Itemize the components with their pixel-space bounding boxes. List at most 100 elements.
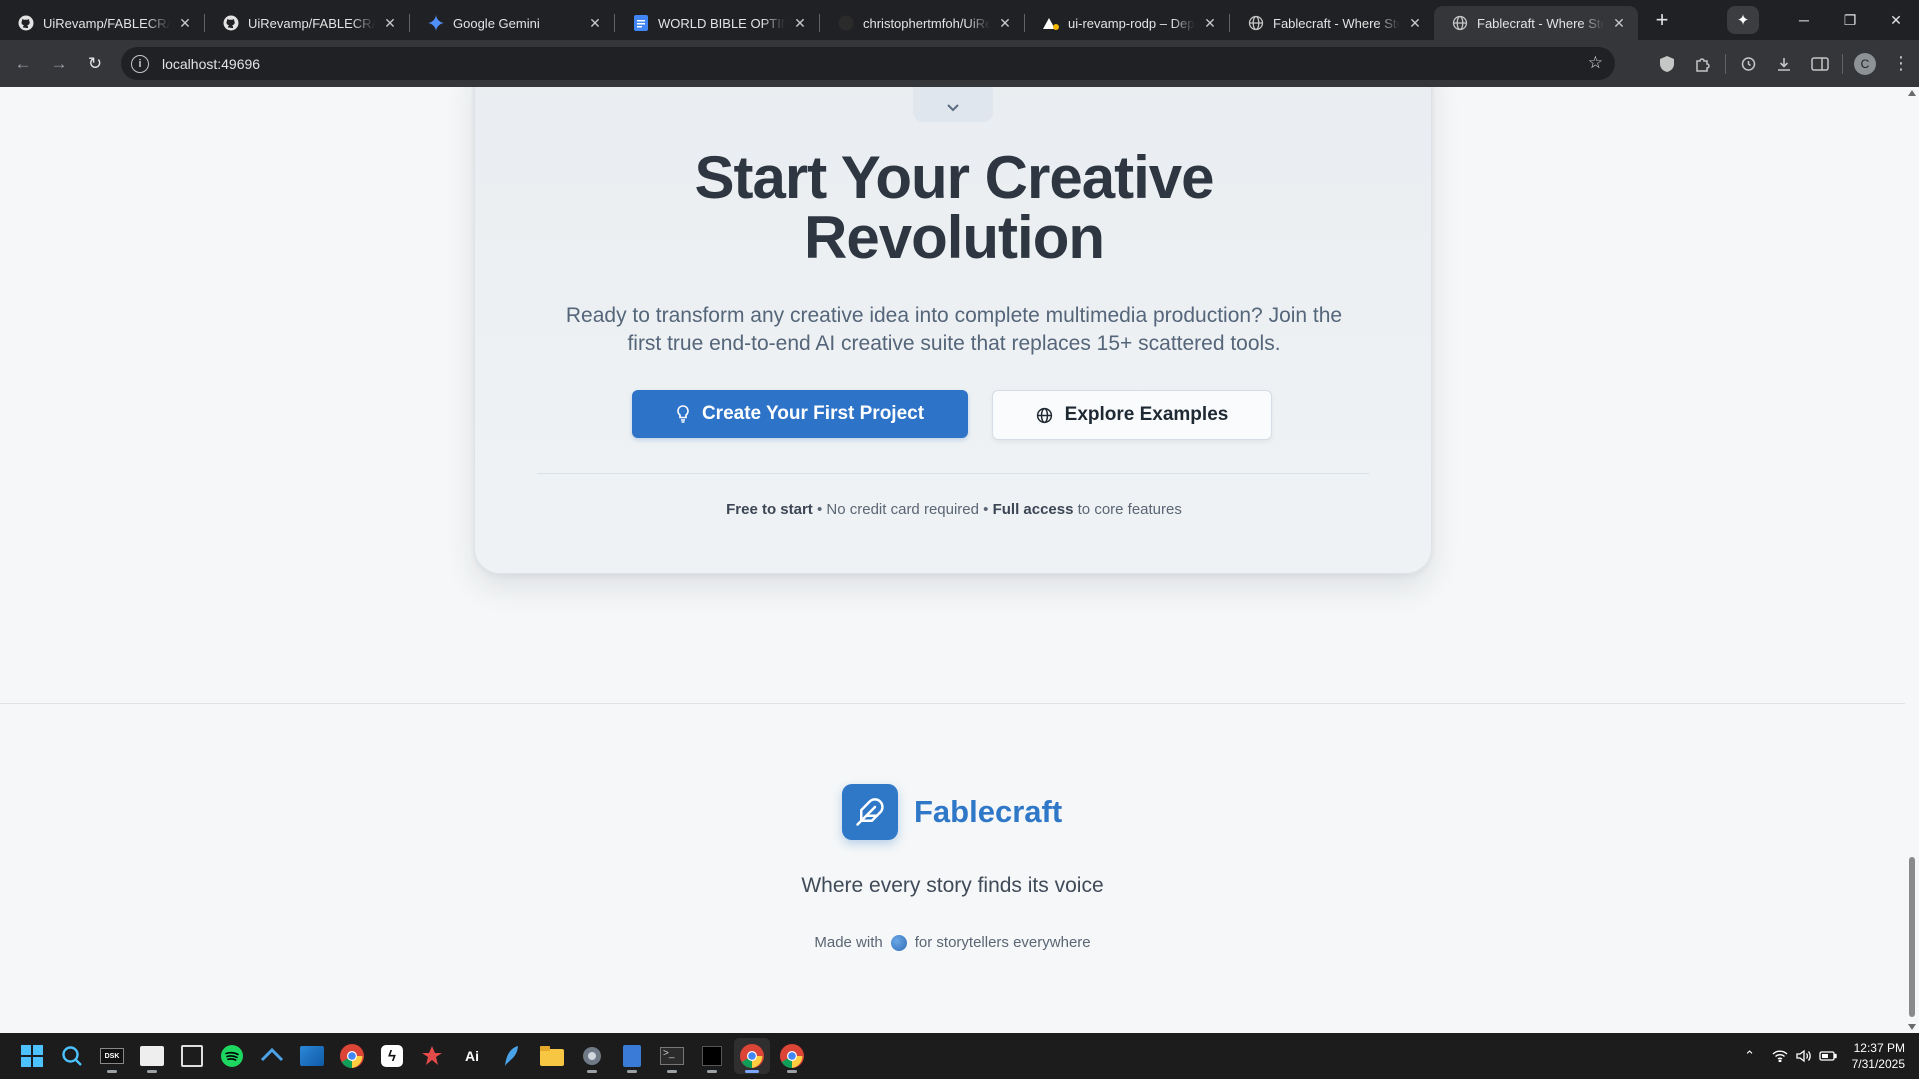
browser-tab-strip: UiRevamp/FABLECRAFT_ ✕ UiRevamp/FABLECRA… bbox=[0, 0, 1919, 40]
file-explorer-icon[interactable] bbox=[534, 1038, 570, 1074]
reload-button[interactable]: ↻ bbox=[78, 47, 112, 81]
bolt-app-icon[interactable]: ϟ bbox=[374, 1038, 410, 1074]
new-tab-button[interactable]: + bbox=[1648, 6, 1676, 34]
tab-title: Fablecraft - Where Storie bbox=[1273, 15, 1400, 31]
gemini-sparkle-icon[interactable]: ✦ bbox=[1727, 6, 1759, 34]
download-icon[interactable] bbox=[1766, 46, 1802, 82]
avatar[interactable]: C bbox=[1854, 52, 1876, 75]
feather-logo-icon bbox=[842, 784, 898, 840]
create-first-project-button[interactable]: Create Your First Project bbox=[632, 390, 968, 438]
footer-divider bbox=[0, 703, 1905, 704]
chrome-active-icon[interactable] bbox=[734, 1038, 770, 1074]
close-icon[interactable]: ✕ bbox=[176, 14, 194, 32]
profile-avatar[interactable]: C bbox=[1847, 46, 1883, 82]
chrome-icon[interactable] bbox=[334, 1038, 370, 1074]
browser-tab[interactable]: ui-revamp-rodp – Deplo ✕ bbox=[1025, 6, 1229, 40]
chevron-up-icon[interactable]: ⌃ bbox=[1738, 1048, 1762, 1064]
close-icon[interactable]: ✕ bbox=[791, 14, 809, 32]
brand-name: Fablecraft bbox=[914, 794, 1063, 829]
volume-icon[interactable] bbox=[1792, 1049, 1816, 1063]
note-core-features: to core features bbox=[1073, 501, 1182, 518]
restore-button[interactable]: ❐ bbox=[1827, 0, 1873, 40]
close-icon[interactable]: ✕ bbox=[381, 14, 399, 32]
google-docs-icon bbox=[633, 15, 649, 31]
address-bar[interactable]: i localhost:49696 ☆ bbox=[121, 47, 1615, 80]
close-icon[interactable]: ✕ bbox=[1201, 14, 1219, 32]
windows-taskbar: DSK ϟ Ai >_ ⌃ 12:37 PM 7/31/2025 bbox=[0, 1033, 1919, 1079]
tab-title: WORLD BIBLE OPTIMIZE bbox=[658, 15, 785, 31]
close-icon[interactable]: ✕ bbox=[1406, 14, 1424, 32]
site-info-icon[interactable]: i bbox=[131, 54, 149, 73]
shield-extension-icon[interactable] bbox=[1649, 46, 1685, 82]
browser-tab[interactable]: christophertmfoh/UiRev ✕ bbox=[820, 6, 1024, 40]
vscode-icon[interactable] bbox=[254, 1038, 290, 1074]
notepad-icon[interactable] bbox=[614, 1038, 650, 1074]
globe-icon bbox=[1248, 15, 1264, 31]
windows-start-icon[interactable] bbox=[14, 1038, 50, 1074]
close-icon[interactable]: ✕ bbox=[586, 14, 604, 32]
side-panel-icon[interactable] bbox=[1802, 46, 1838, 82]
clock-time: 12:37 PM bbox=[1853, 1041, 1905, 1055]
chrome-alt-icon[interactable] bbox=[774, 1038, 810, 1074]
github-icon bbox=[838, 15, 854, 31]
clock-date: 7/31/2025 bbox=[1851, 1057, 1905, 1071]
taskbar-clock[interactable]: 12:37 PM 7/31/2025 bbox=[1852, 1040, 1905, 1072]
menu-kebab-icon[interactable]: ⋮ bbox=[1883, 46, 1919, 82]
github-icon bbox=[223, 15, 239, 31]
browser-tab[interactable]: UiRevamp/FABLECRAFT_ ✕ bbox=[205, 6, 409, 40]
scroll-up-arrow-icon[interactable] bbox=[1908, 90, 1916, 96]
forward-button[interactable]: → bbox=[42, 47, 76, 81]
tab-title: Fablecraft - Where Storie bbox=[1477, 15, 1604, 31]
terminal-icon[interactable]: >_ bbox=[654, 1038, 690, 1074]
search-icon[interactable] bbox=[54, 1038, 90, 1074]
cloud-app-icon[interactable] bbox=[134, 1038, 170, 1074]
photos-icon[interactable] bbox=[294, 1038, 330, 1074]
spotify-icon[interactable] bbox=[214, 1038, 250, 1074]
dsk-icon[interactable]: DSK bbox=[94, 1038, 130, 1074]
browser-tab[interactable]: Google Gemini ✕ bbox=[410, 6, 614, 40]
exe-app-icon[interactable] bbox=[174, 1038, 210, 1074]
toolbar-divider bbox=[1725, 53, 1726, 74]
url-text[interactable]: localhost:49696 bbox=[162, 56, 260, 72]
create-first-project-label: Create Your First Project bbox=[701, 403, 925, 424]
browser-tab-active[interactable]: Fablecraft - Where Storie ✕ bbox=[1434, 6, 1638, 40]
page-scrollbar[interactable] bbox=[1905, 87, 1919, 1033]
red-app-icon[interactable] bbox=[414, 1038, 450, 1074]
cta-heading-line2: Revolution bbox=[804, 204, 1105, 271]
cta-subtitle: Ready to transform any creative idea int… bbox=[565, 304, 1343, 355]
tab-title: UiRevamp/FABLECRAFT_ bbox=[43, 15, 170, 31]
lightbulb-icon bbox=[676, 405, 690, 423]
tab-title: christophertmfoh/UiRev bbox=[863, 15, 990, 31]
battery-icon[interactable] bbox=[1816, 1050, 1840, 1062]
close-window-button[interactable]: ✕ bbox=[1873, 0, 1919, 40]
footer-brand[interactable]: Fablecraft bbox=[842, 784, 1062, 840]
history-icon[interactable] bbox=[1730, 46, 1766, 82]
ai-app-icon[interactable]: Ai bbox=[454, 1038, 490, 1074]
bookmark-star-icon[interactable]: ☆ bbox=[1588, 53, 1603, 73]
minimize-button[interactable]: ─ bbox=[1781, 0, 1827, 40]
cta-divider bbox=[537, 473, 1369, 474]
scroll-down-arrow-icon[interactable] bbox=[1908, 1024, 1916, 1030]
tab-title: UiRevamp/FABLECRAFT_ bbox=[248, 15, 375, 31]
note-separator: • bbox=[812, 501, 827, 518]
note-full-access: Full access bbox=[992, 501, 1074, 518]
browser-tab[interactable]: UiRevamp/FABLECRAFT_ ✕ bbox=[0, 6, 204, 40]
close-icon[interactable]: ✕ bbox=[996, 14, 1014, 32]
feather-app-icon[interactable] bbox=[494, 1038, 530, 1074]
globe-icon bbox=[1036, 407, 1053, 424]
system-tray: ⌃ 12:37 PM 7/31/2025 bbox=[1738, 1033, 1919, 1079]
back-button[interactable]: ← bbox=[6, 47, 40, 81]
vercel-icon bbox=[1043, 15, 1059, 31]
cursor-app-icon[interactable] bbox=[694, 1038, 730, 1074]
settings-icon[interactable] bbox=[574, 1038, 610, 1074]
explore-examples-button[interactable]: Explore Examples bbox=[992, 390, 1272, 440]
browser-tab[interactable]: WORLD BIBLE OPTIMIZE ✕ bbox=[615, 6, 819, 40]
scrollbar-thumb[interactable] bbox=[1909, 857, 1915, 1017]
browser-tab[interactable]: Fablecraft - Where Storie ✕ bbox=[1230, 6, 1434, 40]
wifi-icon[interactable] bbox=[1768, 1050, 1792, 1062]
note-free-to-start: Free to start bbox=[726, 501, 813, 518]
close-icon[interactable]: ✕ bbox=[1610, 14, 1628, 32]
note-separator: • bbox=[978, 501, 993, 518]
extensions-puzzle-icon[interactable] bbox=[1685, 46, 1721, 82]
gemini-icon bbox=[428, 15, 444, 31]
